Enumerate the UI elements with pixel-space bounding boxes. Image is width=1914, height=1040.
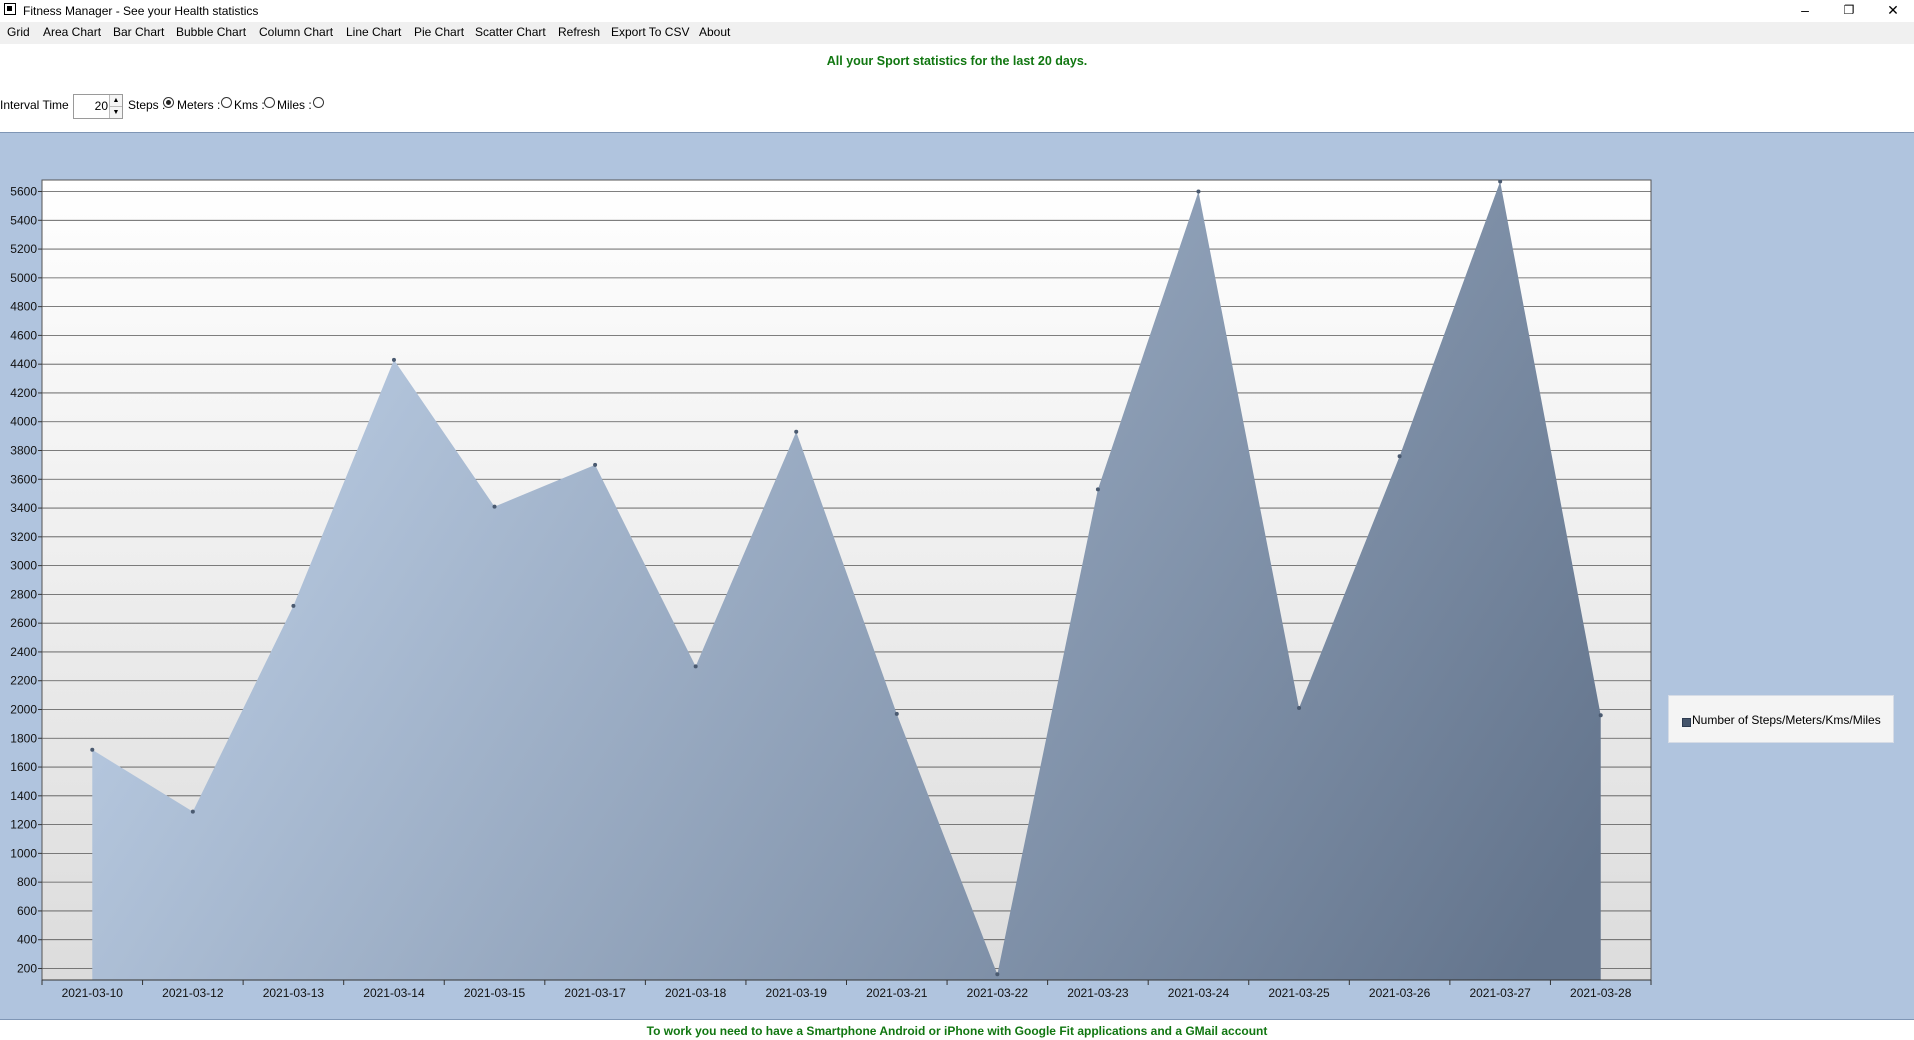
miles-radio[interactable] — [313, 97, 324, 108]
x-tick-label: 2021-03-22 — [967, 986, 1029, 1000]
y-tick-label: 800 — [17, 875, 37, 889]
y-tick-label: 4800 — [10, 300, 37, 314]
data-point — [1598, 713, 1603, 718]
legend-label: Number of Steps/Meters/Kms/Miles — [1692, 713, 1881, 727]
y-tick-label: 1600 — [10, 760, 37, 774]
data-point — [190, 809, 195, 814]
data-point — [492, 504, 497, 509]
x-tick-label: 2021-03-27 — [1469, 986, 1531, 1000]
data-point — [894, 711, 899, 716]
title-bar: Fitness Manager - See your Health statis… — [0, 0, 1914, 22]
x-tick-label: 2021-03-12 — [162, 986, 224, 1000]
y-tick-label: 5200 — [10, 242, 37, 256]
x-tick-label: 2021-03-19 — [766, 986, 828, 1000]
interval-time-stepper[interactable]: 20 ▲ ▼ — [73, 94, 123, 119]
y-tick-label: 2200 — [10, 674, 37, 688]
y-tick-label: 2000 — [10, 702, 37, 716]
x-tick-label: 2021-03-18 — [665, 986, 727, 1000]
meters-radio[interactable] — [221, 97, 232, 108]
header-message: All your Sport statistics for the last 2… — [826, 54, 1088, 68]
y-tick-label: 5000 — [10, 271, 37, 285]
stepper-down-icon[interactable]: ▼ — [109, 107, 122, 118]
y-tick-label: 600 — [17, 904, 37, 918]
data-point — [1297, 706, 1302, 711]
kms-radio[interactable] — [264, 97, 275, 108]
menu-item-refresh[interactable]: Refresh — [558, 25, 600, 39]
data-point — [1498, 179, 1503, 184]
steps-radio[interactable] — [163, 97, 174, 108]
data-point — [291, 603, 296, 608]
data-point — [1397, 454, 1402, 459]
data-point — [693, 664, 698, 669]
menu-item-area-chart[interactable]: Area Chart — [43, 25, 101, 39]
y-tick-label: 4400 — [10, 357, 37, 371]
y-tick-label: 400 — [17, 933, 37, 947]
data-point — [1196, 189, 1201, 194]
x-tick-label: 2021-03-23 — [1067, 986, 1129, 1000]
y-tick-label: 2600 — [10, 616, 37, 630]
stepper-up-icon[interactable]: ▲ — [109, 95, 122, 107]
y-tick-label: 4000 — [10, 415, 37, 429]
y-tick-label: 2800 — [10, 587, 37, 601]
y-tick-label: 4600 — [10, 328, 37, 342]
menu-item-column-chart[interactable]: Column Chart — [259, 25, 333, 39]
data-point — [995, 972, 1000, 977]
x-tick-label: 2021-03-17 — [564, 986, 626, 1000]
steps-option-label: Steps : — [128, 98, 166, 112]
y-tick-label: 200 — [17, 961, 37, 975]
interval-time-value[interactable]: 20 — [95, 99, 108, 113]
menu-item-scatter-chart[interactable]: Scatter Chart — [475, 25, 546, 39]
menu-item-grid[interactable]: Grid — [7, 25, 30, 39]
chart-panel: 200 400 600 800 1000 1200 1400 1600 1800 2000 2200… — [0, 132, 1914, 1020]
legend-swatch — [1682, 718, 1691, 727]
x-tick-label: 2021-03-28 — [1570, 986, 1632, 1000]
y-tick-label: 5400 — [10, 213, 37, 227]
x-tick-label: 2021-03-13 — [263, 986, 325, 1000]
x-tick-label: 2021-03-24 — [1168, 986, 1230, 1000]
interval-time-label: Interval Time : — [0, 98, 76, 112]
x-tick-label: 2021-03-15 — [464, 986, 526, 1000]
y-tick-label: 3800 — [10, 444, 37, 458]
y-tick-label: 3400 — [10, 501, 37, 515]
menu-item-about[interactable]: About — [699, 25, 730, 39]
close-button[interactable]: ✕ — [1870, 0, 1914, 22]
data-point — [90, 747, 95, 752]
miles-option-label: Miles : — [277, 98, 312, 112]
chart-legend: Number of Steps/Meters/Kms/Miles — [1668, 695, 1894, 743]
x-tick-label: 2021-03-10 — [62, 986, 124, 1000]
data-point — [391, 357, 396, 362]
area-chart: 200 400 600 800 1000 1200 1400 1600 1800 2000 2200… — [10, 179, 1652, 1000]
data-point — [1095, 487, 1100, 492]
y-tick-label: 5600 — [10, 185, 37, 199]
y-tick-label: 1400 — [10, 789, 37, 803]
x-tick-label: 2021-03-25 — [1268, 986, 1330, 1000]
y-tick-label: 1200 — [10, 818, 37, 832]
footer-message: To work you need to have a Smartphone An… — [646, 1024, 1268, 1038]
window-title: Fitness Manager - See your Health statis… — [23, 4, 259, 18]
data-point — [794, 429, 799, 434]
y-tick-label: 4200 — [10, 386, 37, 400]
y-tick-label: 3600 — [10, 472, 37, 486]
y-tick-label: 2400 — [10, 645, 37, 659]
x-tick-label: 2021-03-14 — [363, 986, 425, 1000]
y-tick-label: 3200 — [10, 530, 37, 544]
meters-option-label: Meters : — [177, 98, 221, 112]
data-point — [593, 462, 598, 467]
x-tick-label: 2021-03-26 — [1369, 986, 1431, 1000]
menu-item-line-chart[interactable]: Line Chart — [346, 25, 401, 39]
menu-item-bar-chart[interactable]: Bar Chart — [113, 25, 164, 39]
y-tick-label: 3000 — [10, 559, 37, 573]
menu-item-pie-chart[interactable]: Pie Chart — [414, 25, 464, 39]
app-icon — [4, 3, 16, 15]
minimize-button[interactable]: – — [1782, 0, 1828, 22]
menu-bar: Grid Area Chart Bar Chart Bubble Chart C… — [0, 22, 1914, 44]
menu-item-bubble-chart[interactable]: Bubble Chart — [176, 25, 246, 39]
y-tick-label: 1000 — [10, 846, 37, 860]
restore-button[interactable]: ❐ — [1826, 0, 1872, 22]
menu-item-export-csv[interactable]: Export To CSV — [611, 25, 689, 39]
kms-option-label: Kms : — [234, 98, 265, 112]
x-tick-label: 2021-03-21 — [866, 986, 928, 1000]
y-tick-label: 1800 — [10, 731, 37, 745]
